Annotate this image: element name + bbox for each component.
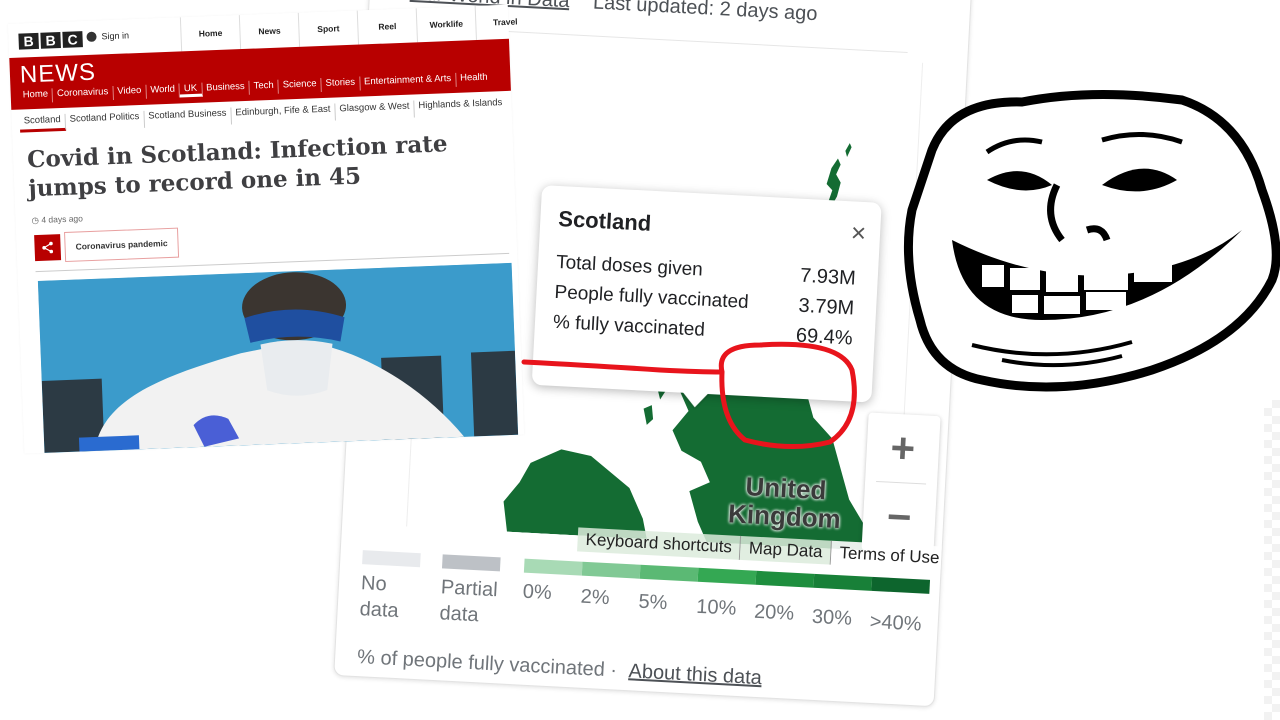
news-menu-item[interactable]: Entertainment & Arts — [359, 72, 457, 91]
top-nav-worklife[interactable]: Worklife — [415, 6, 476, 43]
panel-footer: % of people fully vaccinated · About thi… — [357, 646, 763, 690]
news-menu-item[interactable]: Health — [456, 71, 492, 86]
zoom-in-button[interactable]: + — [865, 412, 940, 484]
top-nav-reel[interactable]: Reel — [356, 8, 418, 45]
legend-tick-label: 20% — [753, 600, 795, 625]
map-zoom-control: + − — [861, 412, 941, 555]
top-nav-sport[interactable]: Sport — [297, 10, 359, 47]
clock-icon: ◷ — [31, 214, 42, 226]
row-label: People fully vaccinated — [554, 281, 750, 314]
transparency-checker-strip — [1264, 400, 1280, 720]
ireland — [503, 449, 647, 540]
legend-scale-segment — [813, 573, 873, 591]
article-headline: Covid in Scotland: Infection rate jumps … — [26, 130, 449, 203]
news-menu-item[interactable]: Coronavirus — [52, 86, 114, 103]
legend-tick-label: 30% — [811, 605, 853, 630]
row-label: Total doses given — [555, 251, 704, 281]
share-button[interactable] — [34, 234, 62, 262]
map-legend: No data Partial data 0% 2% 5% 10% 20% 30% >40% — [359, 550, 942, 660]
user-icon — [86, 31, 97, 42]
legend-tick-label: 2% — [580, 585, 611, 610]
row-value: 7.93M — [799, 264, 857, 290]
last-updated: Last updated: 2 days ago — [592, 0, 818, 26]
top-nav-home[interactable]: Home — [179, 15, 241, 52]
news-menu-item[interactable]: Business — [201, 80, 251, 97]
partial-data-swatch — [441, 554, 501, 572]
topic-tag[interactable]: Coronavirus pandemic — [64, 227, 180, 262]
map-data-link[interactable]: Map Data — [740, 535, 833, 565]
legend-scale-segment — [639, 564, 699, 582]
region-popup: Scotland × Total doses given 7.93M Peopl… — [531, 185, 882, 409]
legend-scale-segment — [523, 558, 583, 576]
legend-scale-segment — [581, 561, 641, 579]
legend-partial-data: Partial data — [439, 554, 501, 629]
share-icon — [42, 241, 54, 254]
legend-scale-segment — [871, 576, 931, 594]
legend-scale-segment — [697, 567, 757, 585]
face-outline — [903, 89, 1280, 392]
bbc-logo[interactable]: B B C — [18, 31, 83, 50]
legend-tick-label: >40% — [869, 610, 922, 636]
popup-pointer — [680, 390, 710, 409]
country-label: United Kingdom — [727, 471, 842, 535]
top-nav-news[interactable]: News — [238, 12, 300, 50]
submenu-item[interactable]: Glasgow & West — [335, 100, 415, 121]
bbc-article-screenshot: B B C Sign in Home News Sport Reel Workl… — [8, 3, 535, 454]
news-menu-item[interactable]: Home — [18, 88, 54, 104]
top-nav-travel[interactable]: Travel — [474, 3, 535, 41]
news-menu-item[interactable]: UK — [179, 82, 203, 98]
legend-tick-label: 10% — [695, 595, 737, 620]
footer-separator: · — [609, 659, 618, 682]
lab-worker-image — [37, 262, 519, 453]
article-timestamp: ◷ 4 days ago — [31, 213, 84, 226]
legend-tick-label: 5% — [637, 590, 668, 615]
legend-no-data: No data — [359, 550, 421, 625]
news-menu-item[interactable]: Stories — [321, 76, 361, 93]
row-value: 3.79M — [798, 294, 855, 320]
row-label: % fully vaccinated — [552, 311, 706, 341]
submenu-item[interactable]: Highlands & Islands — [414, 97, 507, 118]
row-value: 69.4% — [795, 324, 854, 350]
news-menu-item[interactable]: Video — [113, 84, 147, 101]
submenu-item[interactable]: Edinburgh, Fife & East — [231, 103, 336, 125]
close-icon[interactable]: × — [850, 217, 867, 248]
footer-caption: % of people fully vaccinated — [356, 646, 606, 681]
article-photo — [37, 262, 519, 453]
about-this-data-link[interactable]: About this data — [628, 660, 762, 689]
news-menu-item[interactable]: Tech — [249, 79, 280, 95]
news-brand[interactable]: NEWS — [19, 59, 96, 90]
legend-tick-label: 0% — [522, 580, 553, 605]
legend-scale-segment — [755, 570, 815, 588]
submenu-item[interactable]: Scotland Business — [144, 107, 232, 128]
troll-face-meme — [903, 89, 1280, 392]
news-menu-item[interactable]: Science — [278, 78, 322, 94]
no-data-swatch — [362, 550, 421, 568]
terms-of-use-link[interactable]: Terms of Use — [830, 540, 949, 571]
sign-in-button[interactable]: Sign in — [86, 30, 129, 42]
popup-title: Scotland — [557, 205, 652, 236]
submenu-item[interactable]: Scotland Politics — [65, 110, 145, 131]
submenu-item[interactable]: Scotland — [19, 113, 67, 133]
news-menu-item[interactable]: World — [146, 83, 181, 99]
